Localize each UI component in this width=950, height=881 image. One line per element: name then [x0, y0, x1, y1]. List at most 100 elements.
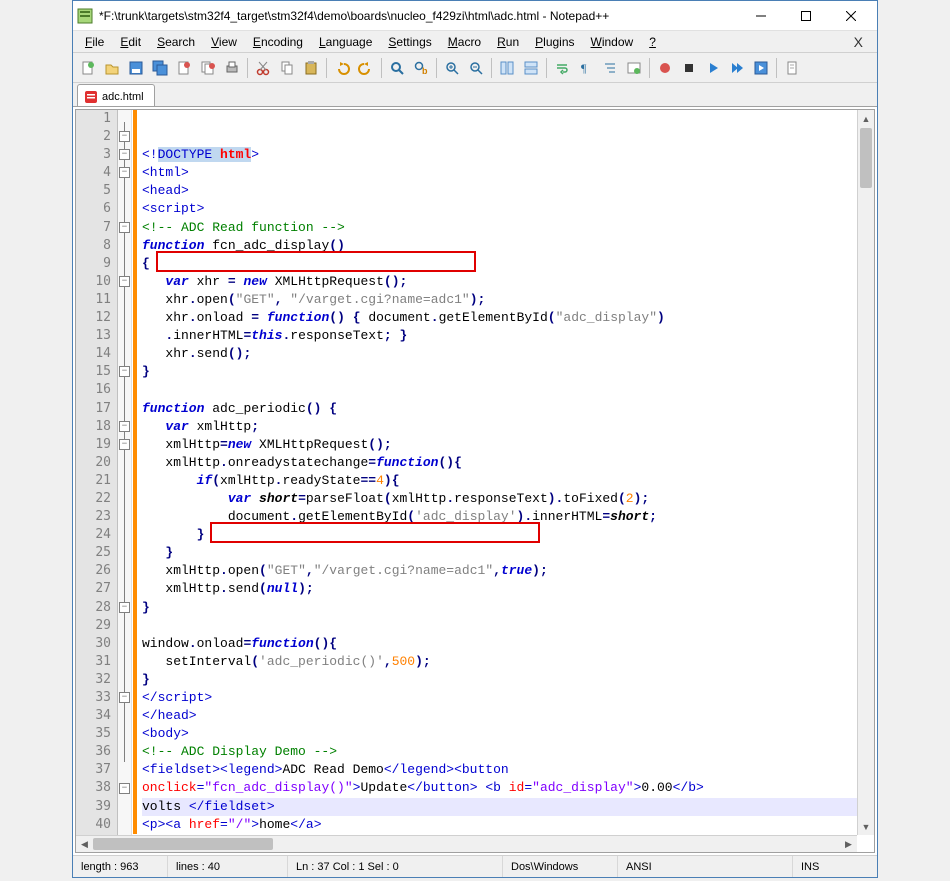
play-icon[interactable]	[702, 57, 724, 79]
cut-icon[interactable]	[252, 57, 274, 79]
file-tab[interactable]: adc.html	[77, 84, 155, 106]
menu-?[interactable]: ?	[641, 33, 664, 51]
menu-macro[interactable]: Macro	[440, 33, 489, 51]
code-line[interactable]: }	[142, 671, 870, 689]
save-all-icon[interactable]	[149, 57, 171, 79]
code-line[interactable]: <html>	[142, 164, 870, 182]
code-line[interactable]: var short=parseFloat(xmlHttp.responseTex…	[142, 490, 870, 508]
copy-icon[interactable]	[276, 57, 298, 79]
menu-view[interactable]: View	[203, 33, 245, 51]
save-icon[interactable]	[125, 57, 147, 79]
scroll-left-icon[interactable]: ◀	[76, 836, 93, 852]
code-line[interactable]: setInterval('adc_periodic()',500);	[142, 653, 870, 671]
menu-language[interactable]: Language	[311, 33, 380, 51]
code-line[interactable]: xmlHttp.onreadystatechange=function(){	[142, 454, 870, 472]
menu-edit[interactable]: Edit	[112, 33, 149, 51]
stop-icon[interactable]	[678, 57, 700, 79]
code-line[interactable]: }	[142, 526, 870, 544]
menu-run[interactable]: Run	[489, 33, 527, 51]
fold-toggle-icon[interactable]: −	[119, 222, 130, 233]
replace-icon[interactable]: b	[410, 57, 432, 79]
code-line[interactable]	[142, 381, 870, 399]
all-chars-icon[interactable]: ¶	[575, 57, 597, 79]
menu-plugins[interactable]: Plugins	[527, 33, 582, 51]
fold-toggle-icon[interactable]: −	[119, 149, 130, 160]
code-line[interactable]: xhr.onload = function() { document.getEl…	[142, 309, 870, 327]
fold-toggle-icon[interactable]: −	[119, 783, 130, 794]
sync-v-icon[interactable]	[496, 57, 518, 79]
minimize-button[interactable]	[738, 2, 783, 30]
code-line[interactable]	[142, 617, 870, 635]
menu-settings[interactable]: Settings	[380, 33, 439, 51]
play-multi-icon[interactable]	[726, 57, 748, 79]
menu-extra-x[interactable]: X	[844, 32, 873, 52]
close-icon[interactable]	[173, 57, 195, 79]
fold-toggle-icon[interactable]: −	[119, 366, 130, 377]
wordwrap-icon[interactable]	[551, 57, 573, 79]
menu-encoding[interactable]: Encoding	[245, 33, 311, 51]
code-line[interactable]: </head>	[142, 707, 870, 725]
code-line[interactable]: <p><a href="/">home</a>	[142, 816, 870, 834]
record-icon[interactable]	[654, 57, 676, 79]
code-line[interactable]: window.onload=function(){	[142, 635, 870, 653]
save-macro-icon[interactable]	[750, 57, 772, 79]
fold-toggle-icon[interactable]: −	[119, 131, 130, 142]
code-line[interactable]: .innerHTML=this.responseText; }	[142, 327, 870, 345]
fold-toggle-icon[interactable]: −	[119, 439, 130, 450]
maximize-button[interactable]	[783, 2, 828, 30]
scroll-down-icon[interactable]: ▼	[858, 818, 874, 835]
scroll-right-icon[interactable]: ▶	[840, 836, 857, 852]
find-icon[interactable]	[386, 57, 408, 79]
menu-file[interactable]: File	[77, 33, 112, 51]
fold-toggle-icon[interactable]: −	[119, 276, 130, 287]
code-line[interactable]: <script>	[142, 200, 870, 218]
code-line[interactable]: if(xmlHttp.readyState==4){	[142, 472, 870, 490]
code-line[interactable]: var xhr = new XMLHttpRequest();	[142, 273, 870, 291]
code-line[interactable]: onclick="fcn_adc_display()">Update</butt…	[142, 779, 870, 797]
scroll-up-icon[interactable]: ▲	[858, 110, 874, 127]
code-area[interactable]: <!DOCTYPE html><html><head><script><!-- …	[138, 110, 874, 852]
code-line[interactable]: xmlHttp.open("GET","/varget.cgi?name=adc…	[142, 562, 870, 580]
fold-margin[interactable]: − − − − − − − − − − −	[118, 110, 132, 852]
redo-icon[interactable]	[355, 57, 377, 79]
editor-area[interactable]: 1234567891011121314151617181920212223242…	[75, 109, 875, 853]
close-all-icon[interactable]	[197, 57, 219, 79]
code-line[interactable]: xhr.send();	[142, 345, 870, 363]
scroll-thumb-h[interactable]	[93, 838, 273, 850]
lang-icon[interactable]	[623, 57, 645, 79]
code-line[interactable]: var xmlHttp;	[142, 418, 870, 436]
fold-toggle-icon[interactable]: −	[119, 421, 130, 432]
fold-toggle-icon[interactable]: −	[119, 692, 130, 703]
undo-icon[interactable]	[331, 57, 353, 79]
close-button[interactable]	[828, 2, 873, 30]
sync-h-icon[interactable]	[520, 57, 542, 79]
fold-toggle-icon[interactable]: −	[119, 602, 130, 613]
code-line[interactable]: }	[142, 363, 870, 381]
open-icon[interactable]	[101, 57, 123, 79]
vertical-scrollbar[interactable]: ▲ ▼	[857, 110, 874, 835]
code-line[interactable]: function fcn_adc_display()	[142, 237, 870, 255]
fold-toggle-icon[interactable]: −	[119, 167, 130, 178]
menu-search[interactable]: Search	[149, 33, 203, 51]
horizontal-scrollbar[interactable]: ◀ ▶	[76, 835, 857, 852]
doc-map-icon[interactable]	[781, 57, 803, 79]
code-line[interactable]: {	[142, 255, 870, 273]
code-line[interactable]: }	[142, 599, 870, 617]
print-icon[interactable]	[221, 57, 243, 79]
new-file-icon[interactable]	[77, 57, 99, 79]
indent-guide-icon[interactable]	[599, 57, 621, 79]
paste-icon[interactable]	[300, 57, 322, 79]
scroll-thumb-v[interactable]	[860, 128, 872, 188]
code-line[interactable]: xmlHttp.send(null);	[142, 580, 870, 598]
line-number-gutter[interactable]: 1234567891011121314151617181920212223242…	[76, 110, 118, 852]
code-line[interactable]: xmlHttp=new XMLHttpRequest();	[142, 436, 870, 454]
menu-window[interactable]: Window	[583, 33, 642, 51]
code-line[interactable]: function adc_periodic() {	[142, 400, 870, 418]
titlebar[interactable]: *F:\trunk\targets\stm32f4_target\stm32f4…	[73, 1, 877, 31]
code-line[interactable]: </script>	[142, 689, 870, 707]
code-line[interactable]: volts </fieldset>	[142, 798, 870, 816]
code-line[interactable]: <head>	[142, 182, 870, 200]
zoom-in-icon[interactable]	[441, 57, 463, 79]
code-line[interactable]: <!DOCTYPE html>	[142, 146, 870, 164]
code-line[interactable]: document.getElementById('adc_display').i…	[142, 508, 870, 526]
